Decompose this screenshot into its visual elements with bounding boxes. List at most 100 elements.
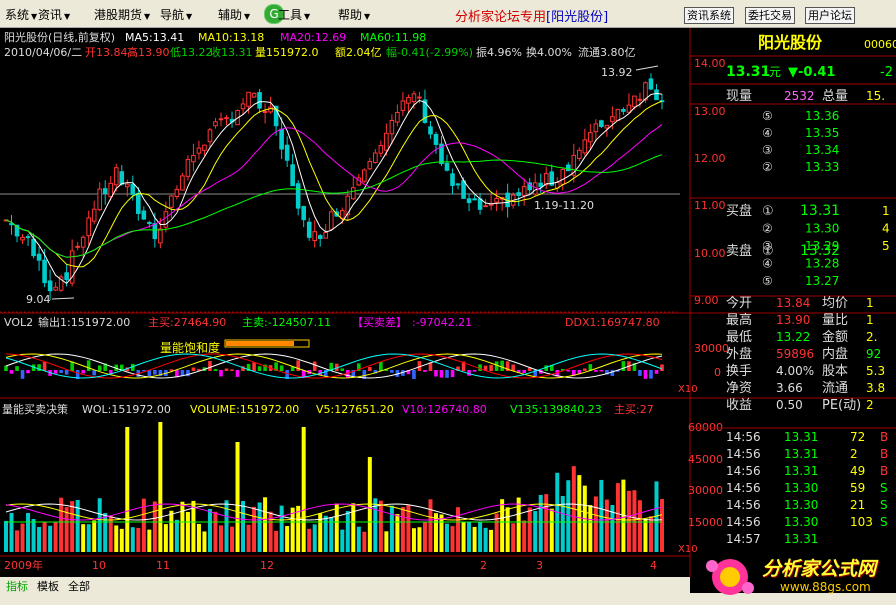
tab-all[interactable]: 全部 xyxy=(68,578,90,594)
volume-bar xyxy=(511,523,516,552)
volume-bar xyxy=(378,500,383,552)
volume-bar xyxy=(593,496,598,552)
ind1-bar xyxy=(599,370,604,372)
menu-navigation[interactable]: 导航 ▼ xyxy=(160,6,192,23)
info-system-button[interactable]: 资讯系统 xyxy=(684,7,734,24)
candle-body xyxy=(323,231,329,239)
tick-time: 14:56 xyxy=(726,430,761,444)
ind1-diff-value: :-97042.21 xyxy=(412,316,472,329)
menu-info[interactable]: 资讯 ▼ xyxy=(38,6,70,23)
volume-bar xyxy=(185,511,190,552)
volume-bar xyxy=(218,525,223,552)
low-annotation: 9.04 xyxy=(26,293,51,306)
candle-body xyxy=(615,108,621,122)
volume-bar xyxy=(53,522,58,552)
low-label: 低13.22 xyxy=(170,46,213,59)
ind1-bar xyxy=(20,370,25,379)
bid-price: 13.31 xyxy=(800,203,840,219)
candle-body xyxy=(654,89,659,101)
candle-body xyxy=(637,98,643,101)
ind1-bar xyxy=(610,370,615,376)
candle-body xyxy=(91,208,97,222)
ind1-bar xyxy=(412,370,416,380)
menu-hk-futures[interactable]: 港股期货 ▼ xyxy=(94,6,150,23)
candle-body xyxy=(113,167,119,186)
quote-stock-name: 阳光股份 xyxy=(758,33,823,52)
tab-indicator[interactable]: 指标 xyxy=(6,578,28,594)
volume-bar xyxy=(422,522,427,552)
volume-bar xyxy=(439,514,444,552)
stat-value: 3.66 xyxy=(776,381,803,395)
candle-body xyxy=(593,123,599,133)
tab-template[interactable]: 模板 xyxy=(37,578,59,594)
candle-body xyxy=(47,280,53,292)
volume-bar xyxy=(196,523,201,552)
ma60-label: MA60:11.98 xyxy=(360,31,426,44)
volume-bar xyxy=(92,520,97,552)
ind2-v5: V5:127651.20 xyxy=(316,403,394,416)
ask-level: ③ xyxy=(762,143,773,157)
volume-bar xyxy=(417,527,422,552)
menu-assist[interactable]: 辅助 ▼ xyxy=(218,6,250,23)
volume-bar xyxy=(147,529,152,552)
candle-body xyxy=(75,245,80,248)
tick-price: 13.31 xyxy=(784,430,818,444)
candle-body xyxy=(632,95,637,108)
volume-bar xyxy=(500,499,505,552)
candle-body xyxy=(444,162,450,171)
trade-button[interactable]: 委托交易 xyxy=(745,7,795,24)
forum-button[interactable]: 用户论坛 xyxy=(805,7,855,24)
candle-body xyxy=(516,192,521,196)
menu-tools[interactable]: 工具 ▼ xyxy=(278,6,310,23)
tick-time: 14:56 xyxy=(726,481,761,495)
candle-body xyxy=(350,187,356,200)
candle-body xyxy=(455,183,461,186)
tick-time: 14:56 xyxy=(726,447,761,461)
candle-body xyxy=(367,161,373,170)
ask-level: ⑤ xyxy=(762,109,773,123)
ind1-bar xyxy=(434,370,438,377)
volume-bar xyxy=(522,520,527,552)
candle-body xyxy=(169,195,174,208)
open-label: 开13.84 xyxy=(85,46,128,59)
volume-bar xyxy=(450,526,455,552)
ind1-ddx: DDX1:169747.80 xyxy=(565,316,660,329)
tick-price: 13.31 xyxy=(784,447,818,461)
volume-bar xyxy=(64,507,69,552)
stat-label: 金额 xyxy=(822,329,848,345)
date-label: 2010/04/06/二 xyxy=(4,46,82,59)
ask-level: ② xyxy=(762,160,773,174)
volume-bar xyxy=(312,524,317,552)
bid-level: ⑤ xyxy=(762,274,773,288)
volume-bar xyxy=(86,524,91,552)
menu-system[interactable]: 系统 ▼ xyxy=(5,6,37,23)
ind2-title: 量能买卖决策 xyxy=(2,402,68,416)
candle-body xyxy=(295,183,301,209)
ind2-scale: X10 xyxy=(678,544,698,555)
volume-bar xyxy=(279,505,284,552)
volume-bar xyxy=(252,506,257,552)
bid-price: 13.30 xyxy=(805,222,839,236)
volume-bar xyxy=(9,512,14,552)
menu-help[interactable]: 帮助 ▼ xyxy=(338,6,370,23)
stat-label: 收益 xyxy=(726,398,752,413)
ind1-bar xyxy=(312,361,317,371)
volume-bar xyxy=(533,511,538,552)
chart-area[interactable]: 阳光股份(日线,前复权) MA5:13.41 MA10:13.18 MA20:1… xyxy=(0,28,896,577)
ind1-diff-label: 【买卖差】 xyxy=(352,315,407,329)
candle-body xyxy=(185,158,191,177)
candle-body xyxy=(246,91,251,107)
ind1-bar xyxy=(594,370,598,372)
volume-bar xyxy=(362,531,367,552)
ind1-bar xyxy=(53,370,58,374)
volume-bar xyxy=(114,525,119,552)
bid-price: 13.29 xyxy=(805,239,839,253)
ind1-bar xyxy=(230,369,234,371)
volume-bar xyxy=(70,501,75,552)
volume-bar xyxy=(152,501,157,552)
bid-level: ③ xyxy=(762,239,773,253)
ind1-bar xyxy=(423,370,427,372)
candle-body xyxy=(450,173,455,186)
volume-bar xyxy=(48,525,53,552)
close-label: 收13.31 xyxy=(210,45,253,59)
